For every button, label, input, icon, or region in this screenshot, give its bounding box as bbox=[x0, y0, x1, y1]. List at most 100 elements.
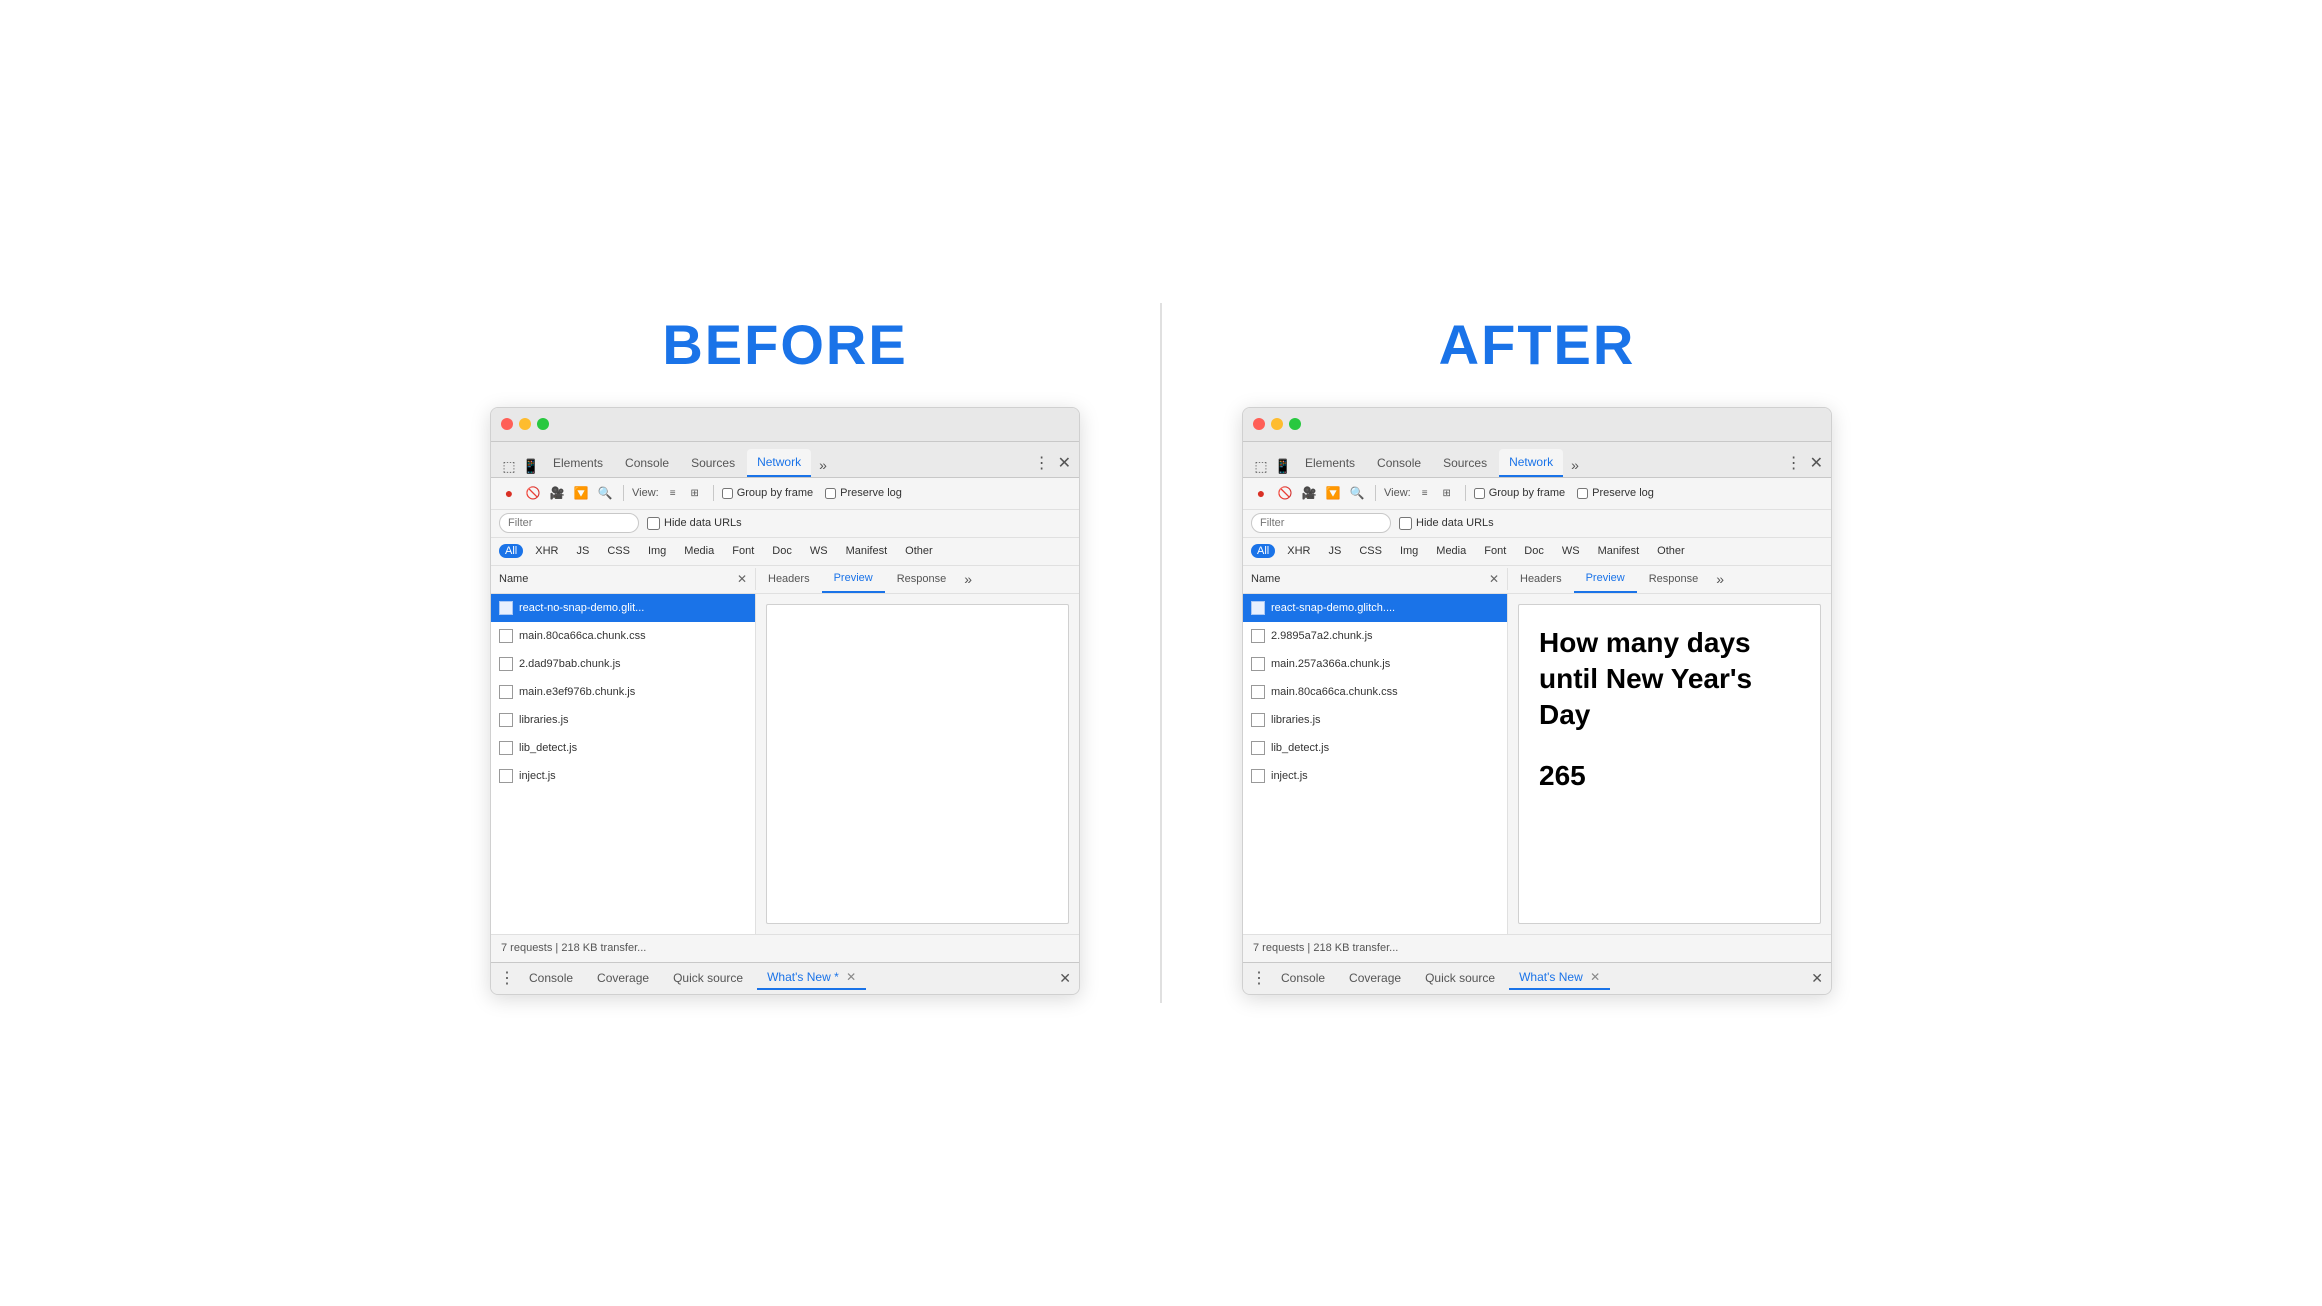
type-img[interactable]: Img bbox=[642, 544, 672, 558]
after-preserve-log-checkbox[interactable] bbox=[1577, 488, 1588, 499]
after-close-icon[interactable]: ✕ bbox=[1810, 453, 1823, 473]
type-media[interactable]: Media bbox=[678, 544, 720, 558]
type-other[interactable]: Other bbox=[899, 544, 939, 558]
after-kebab-icon[interactable]: ⋮ bbox=[1786, 453, 1802, 473]
after-maximize-dot[interactable] bbox=[1289, 418, 1301, 430]
fetch-button[interactable]: 🎥 bbox=[547, 483, 567, 503]
kebab-icon[interactable]: ⋮ bbox=[1034, 453, 1050, 473]
after-file-item-2[interactable]: main.257a366a.chunk.js bbox=[1243, 650, 1507, 678]
minimize-dot[interactable] bbox=[519, 418, 531, 430]
after-type-xhr[interactable]: XHR bbox=[1281, 544, 1316, 558]
type-font[interactable]: Font bbox=[726, 544, 760, 558]
after-bottom-tab-close-icon[interactable]: ✕ bbox=[1590, 970, 1600, 984]
after-inspect-icon[interactable]: ⬚ bbox=[1251, 457, 1271, 477]
device-icon[interactable]: 📱 bbox=[521, 457, 541, 477]
after-type-js[interactable]: JS bbox=[1322, 544, 1347, 558]
detail-tab-headers[interactable]: Headers bbox=[756, 566, 822, 593]
after-type-manifest[interactable]: Manifest bbox=[1592, 544, 1646, 558]
after-bottom-more-icon[interactable]: ⋮ bbox=[1251, 968, 1267, 988]
tab-sources[interactable]: Sources bbox=[681, 449, 745, 477]
hide-data-label[interactable]: Hide data URLs bbox=[647, 517, 742, 530]
after-close-dot[interactable] bbox=[1253, 418, 1265, 430]
after-bottom-tab-console[interactable]: Console bbox=[1271, 967, 1335, 989]
file-item-2[interactable]: 2.dad97bab.chunk.js bbox=[491, 650, 755, 678]
tabs-more-icon[interactable]: » bbox=[813, 453, 833, 477]
after-bottom-tab-coverage[interactable]: Coverage bbox=[1339, 967, 1411, 989]
after-panel-close-button[interactable]: ✕ bbox=[1489, 572, 1499, 586]
list-view-button[interactable]: ≡ bbox=[663, 483, 683, 503]
after-type-media[interactable]: Media bbox=[1430, 544, 1472, 558]
after-hide-data-checkbox[interactable] bbox=[1399, 517, 1412, 530]
after-filter-icon[interactable]: 🔽 bbox=[1323, 483, 1343, 503]
type-manifest[interactable]: Manifest bbox=[840, 544, 894, 558]
after-type-font[interactable]: Font bbox=[1478, 544, 1512, 558]
preserve-log-checkbox[interactable] bbox=[825, 488, 836, 499]
maximize-dot[interactable] bbox=[537, 418, 549, 430]
after-bottom-tab-whats-new[interactable]: What's New ✕ bbox=[1509, 966, 1610, 990]
clear-button[interactable]: 🚫 bbox=[523, 483, 543, 503]
type-js[interactable]: JS bbox=[570, 544, 595, 558]
after-bottom-bar-close-icon[interactable]: ✕ bbox=[1811, 970, 1823, 987]
record-button[interactable]: ● bbox=[499, 483, 519, 503]
type-xhr[interactable]: XHR bbox=[529, 544, 564, 558]
after-file-item-6[interactable]: inject.js bbox=[1243, 762, 1507, 790]
bottom-tab-console[interactable]: Console bbox=[519, 967, 583, 989]
file-item-5[interactable]: lib_detect.js bbox=[491, 734, 755, 762]
after-tab-sources[interactable]: Sources bbox=[1433, 449, 1497, 477]
after-minimize-dot[interactable] bbox=[1271, 418, 1283, 430]
after-tab-elements[interactable]: Elements bbox=[1295, 449, 1365, 477]
type-all[interactable]: All bbox=[499, 544, 523, 558]
after-type-other[interactable]: Other bbox=[1651, 544, 1691, 558]
after-type-css[interactable]: CSS bbox=[1353, 544, 1388, 558]
after-detail-tab-preview[interactable]: Preview bbox=[1574, 566, 1637, 593]
bottom-bar-close-icon[interactable]: ✕ bbox=[1059, 970, 1071, 987]
after-group-by-frame-label[interactable]: Group by frame bbox=[1474, 487, 1565, 499]
detail-tab-response[interactable]: Response bbox=[885, 566, 959, 593]
after-filter-input[interactable] bbox=[1251, 513, 1391, 533]
tab-console[interactable]: Console bbox=[615, 449, 679, 477]
preserve-log-label[interactable]: Preserve log bbox=[825, 487, 902, 499]
after-clear-button[interactable]: 🚫 bbox=[1275, 483, 1295, 503]
tree-view-button[interactable]: ⊞ bbox=[685, 483, 705, 503]
after-file-item-0[interactable]: react-snap-demo.glitch.... bbox=[1243, 594, 1507, 622]
after-file-item-5[interactable]: lib_detect.js bbox=[1243, 734, 1507, 762]
after-file-item-1[interactable]: 2.9895a7a2.chunk.js bbox=[1243, 622, 1507, 650]
group-by-frame-checkbox[interactable] bbox=[722, 488, 733, 499]
group-by-frame-label[interactable]: Group by frame bbox=[722, 487, 813, 499]
after-file-item-4[interactable]: libraries.js bbox=[1243, 706, 1507, 734]
hide-data-checkbox[interactable] bbox=[647, 517, 660, 530]
after-type-all[interactable]: All bbox=[1251, 544, 1275, 558]
detail-tabs-more[interactable]: » bbox=[958, 571, 978, 587]
after-detail-tab-headers[interactable]: Headers bbox=[1508, 566, 1574, 593]
filter-icon[interactable]: 🔽 bbox=[571, 483, 591, 503]
after-list-view-button[interactable]: ≡ bbox=[1415, 483, 1435, 503]
file-item-6[interactable]: inject.js bbox=[491, 762, 755, 790]
after-detail-tab-response[interactable]: Response bbox=[1637, 566, 1711, 593]
after-detail-tabs-more[interactable]: » bbox=[1710, 571, 1730, 587]
after-search-icon[interactable]: 🔍 bbox=[1347, 483, 1367, 503]
after-tree-view-button[interactable]: ⊞ bbox=[1437, 483, 1457, 503]
search-icon[interactable]: 🔍 bbox=[595, 483, 615, 503]
after-type-doc[interactable]: Doc bbox=[1518, 544, 1550, 558]
after-bottom-tab-quick-source[interactable]: Quick source bbox=[1415, 967, 1505, 989]
filter-input[interactable] bbox=[499, 513, 639, 533]
type-doc[interactable]: Doc bbox=[766, 544, 798, 558]
type-ws[interactable]: WS bbox=[804, 544, 834, 558]
file-item-3[interactable]: main.e3ef976b.chunk.js bbox=[491, 678, 755, 706]
bottom-tab-whats-new[interactable]: What's New * ✕ bbox=[757, 966, 866, 990]
after-tabs-more-icon[interactable]: » bbox=[1565, 453, 1585, 477]
file-item-1[interactable]: main.80ca66ca.chunk.css bbox=[491, 622, 755, 650]
after-tab-network[interactable]: Network bbox=[1499, 449, 1563, 477]
after-hide-data-label[interactable]: Hide data URLs bbox=[1399, 517, 1494, 530]
tab-elements[interactable]: Elements bbox=[543, 449, 613, 477]
after-fetch-button[interactable]: 🎥 bbox=[1299, 483, 1319, 503]
after-type-img[interactable]: Img bbox=[1394, 544, 1424, 558]
bottom-tab-close-icon[interactable]: ✕ bbox=[846, 970, 856, 984]
after-file-item-3[interactable]: main.80ca66ca.chunk.css bbox=[1243, 678, 1507, 706]
bottom-more-icon[interactable]: ⋮ bbox=[499, 968, 515, 988]
after-record-button[interactable]: ● bbox=[1251, 483, 1271, 503]
detail-tab-preview[interactable]: Preview bbox=[822, 566, 885, 593]
inspect-icon[interactable]: ⬚ bbox=[499, 457, 519, 477]
file-item-4[interactable]: libraries.js bbox=[491, 706, 755, 734]
bottom-tab-coverage[interactable]: Coverage bbox=[587, 967, 659, 989]
